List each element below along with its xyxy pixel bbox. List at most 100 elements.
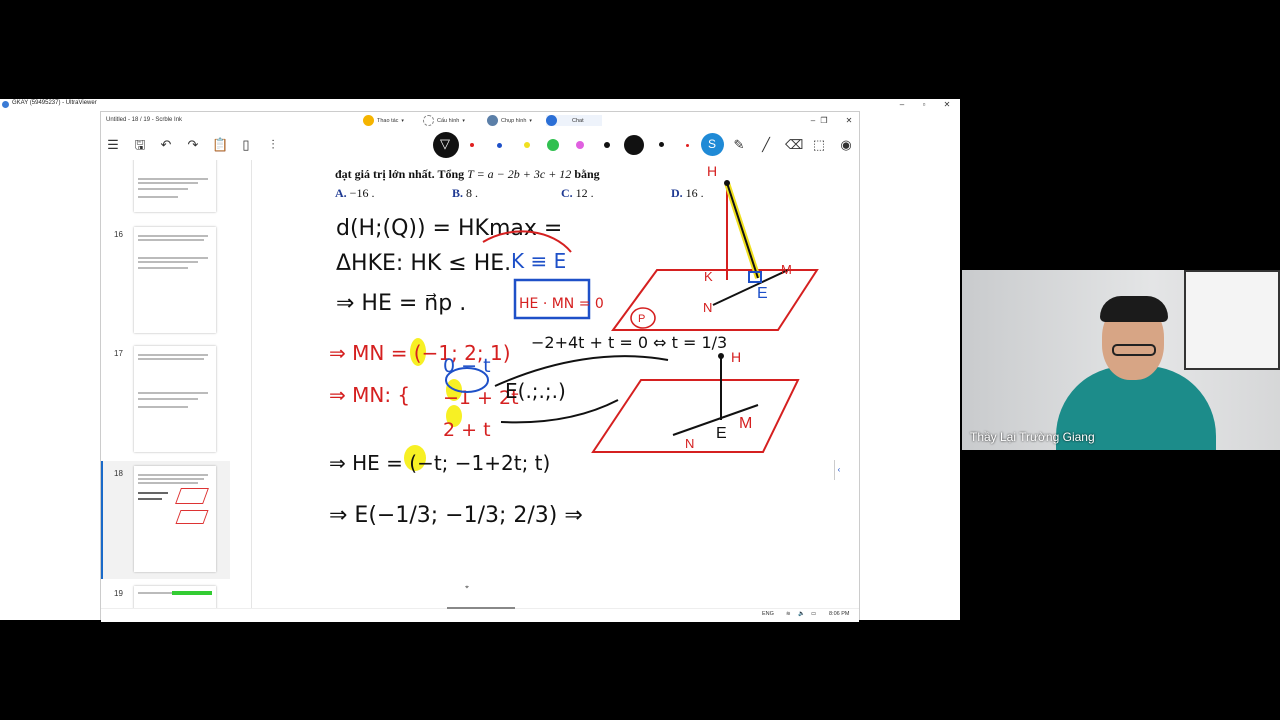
color-black-tiny[interactable] — [659, 142, 664, 147]
color-black-large[interactable] — [624, 135, 644, 155]
pen-icon: ▽ — [440, 136, 450, 151]
fig-label-e: E — [757, 285, 768, 302]
paste-icon[interactable]: 📋 — [212, 137, 228, 153]
app-close-button[interactable]: ✕ — [839, 115, 859, 126]
menu-chat[interactable]: Chat — [546, 115, 602, 126]
color-red-small[interactable] — [470, 143, 474, 147]
fig-label-p: P — [638, 313, 645, 325]
statusbar: ENG ≋ 🔈 ▭ 8:06 PM — [101, 607, 859, 622]
select-tool-icon[interactable]: ⬚ — [811, 137, 827, 153]
menu-cau-hinh[interactable]: Cấu hình ▾ — [423, 115, 465, 126]
gear-icon — [423, 115, 434, 126]
page-thumbnail[interactable] — [134, 160, 216, 212]
page-icon[interactable]: ▯ — [238, 137, 254, 153]
hw-line7: ⇒ E(−1/3; −1/3; 2/3) ⇒ — [329, 503, 583, 528]
plane-lower — [591, 379, 800, 453]
wifi-icon[interactable]: ≋ — [786, 611, 791, 617]
handwriting-layer: d(H;(Q)) = HKmax = ΔHKE: HK ≤ HE. ⇒ HE =… — [329, 163, 819, 591]
fig-label-k: K — [704, 269, 713, 284]
hw-e-param: E(.;.;.) — [505, 379, 566, 403]
side-expand-handle[interactable]: ‹ — [834, 460, 843, 480]
remote-maximize-button[interactable]: ▫ — [914, 99, 934, 110]
undo-icon[interactable]: ↶ — [158, 137, 174, 153]
remote-window-title: GKAY (59495237) - UltraViewer — [12, 100, 97, 106]
color-yellow[interactable] — [524, 142, 530, 148]
app-restore-button[interactable]: ❐ — [814, 115, 834, 126]
view-eye-icon[interactable]: ◉ — [838, 137, 854, 153]
app-titlebar: Untitled - 18 / 19 - Scrble Ink Thao tác… — [101, 112, 859, 130]
page-number: 17 — [114, 349, 123, 358]
battery-icon[interactable]: ▭ — [811, 611, 816, 617]
page-thumbnail-sidebar: 16 17 18 19 — [101, 160, 252, 608]
clock: 8:06 PM — [829, 611, 850, 617]
scroll-indicator[interactable] — [447, 607, 515, 609]
menu-thao-tac[interactable]: Thao tác ▾ — [363, 115, 404, 126]
redo-icon[interactable]: ↷ — [185, 137, 201, 153]
scrble-ink-window: Untitled - 18 / 19 - Scrble Ink Thao tác… — [100, 111, 860, 622]
menu-label: Cấu hình — [437, 117, 460, 124]
hw-line3: ⇒ HE = n⃗p . — [336, 291, 466, 316]
page-thumbnail[interactable] — [134, 586, 216, 608]
hw-k-equiv-e: K ≡ E — [511, 249, 566, 273]
remote-close-button[interactable]: ✕ — [937, 99, 957, 110]
hw-line2: ΔHKE: HK ≤ HE. — [336, 251, 511, 276]
fig-label-m: M — [781, 262, 792, 277]
hw-mn-label: ⇒ MN: { — [329, 383, 410, 407]
remote-minimize-button[interactable]: – — [892, 99, 912, 110]
settings-sliders-icon[interactable]: ⫶ — [265, 137, 281, 153]
color-pink[interactable] — [576, 141, 584, 149]
fig-label-m2: M — [739, 415, 752, 432]
fig-he — [726, 182, 759, 279]
ultraviewer-icon — [2, 101, 9, 108]
eraser-icon[interactable]: ⌫ — [785, 137, 803, 153]
color-green[interactable] — [547, 139, 559, 151]
app-title: Untitled - 18 / 19 - Scrble Ink — [106, 117, 183, 123]
hw-arrow — [500, 399, 619, 424]
menu-chup-hinh[interactable]: Chụp hình ▾ — [487, 115, 532, 126]
color-red-tiny[interactable] — [686, 144, 689, 147]
camera-icon — [487, 115, 498, 126]
menu-label: Thao tác — [377, 117, 399, 124]
ink-canvas[interactable]: đạt giá trị lớn nhất. Tổng T = a − 2b + … — [253, 160, 845, 608]
webcam-feed: Thầy Lại Trường Giang — [962, 270, 1280, 450]
webcam-person-hair — [1100, 296, 1168, 322]
webcam-whiteboard — [1184, 270, 1280, 370]
pen-tool-button[interactable]: ▽ — [433, 132, 459, 158]
save-icon[interactable]: 🖫 — [132, 137, 148, 153]
highlighter-icon[interactable]: ✎ — [731, 137, 747, 153]
hw-line5-z: 2 + t — [443, 419, 491, 441]
cursor-mark: ⌖ — [465, 584, 469, 591]
point-h2 — [718, 353, 724, 359]
color-blue[interactable] — [497, 143, 502, 148]
chat-icon — [546, 115, 557, 126]
color-black-small[interactable] — [604, 142, 610, 148]
line-tool-icon[interactable]: ╱ — [758, 137, 774, 153]
fig-label-h2: H — [731, 349, 741, 365]
page-number: 16 — [114, 230, 123, 239]
smart-pen-button[interactable]: S — [701, 133, 724, 156]
language-indicator[interactable]: ENG — [762, 611, 774, 617]
menu-label: Chụp hình — [501, 117, 527, 124]
hw-line1: d(H;(Q)) = HKmax = — [336, 216, 562, 241]
page-number: 19 — [114, 589, 123, 598]
fig-label-n: N — [703, 300, 712, 315]
presenter-name: Thầy Lại Trường Giang — [970, 430, 1095, 444]
page-thumbnail[interactable] — [134, 346, 216, 452]
fig-label-n2: N — [685, 436, 694, 451]
hw-line6: ⇒ HE = (−t; −1+2t; t) — [329, 451, 550, 475]
point-h — [724, 180, 730, 186]
active-page-indicator — [101, 461, 103, 579]
fig-label-h: H — [707, 163, 717, 179]
page-thumbnail-active[interactable] — [134, 466, 216, 572]
pen-badge-icon — [363, 115, 374, 126]
smart-pen-icon: S — [708, 137, 717, 151]
volume-icon[interactable]: 🔈 — [798, 611, 805, 617]
toolbar: ☰ 🖫 ↶ ↷ 📋 ▯ ⫶ ▽ S ✎ ╱ ⌫ ⬚ ◉ — [101, 130, 859, 160]
hamburger-menu-icon[interactable]: ☰ — [105, 137, 121, 153]
fig-label-e2: E — [716, 425, 727, 442]
webcam-glasses — [1112, 344, 1156, 356]
page-thumbnail[interactable] — [134, 227, 216, 333]
fig-mn-line — [712, 269, 789, 306]
hw-mid-eq: −2+4t + t = 0 ⇔ t = 1/3 — [531, 333, 727, 352]
page-number: 18 — [114, 469, 123, 478]
